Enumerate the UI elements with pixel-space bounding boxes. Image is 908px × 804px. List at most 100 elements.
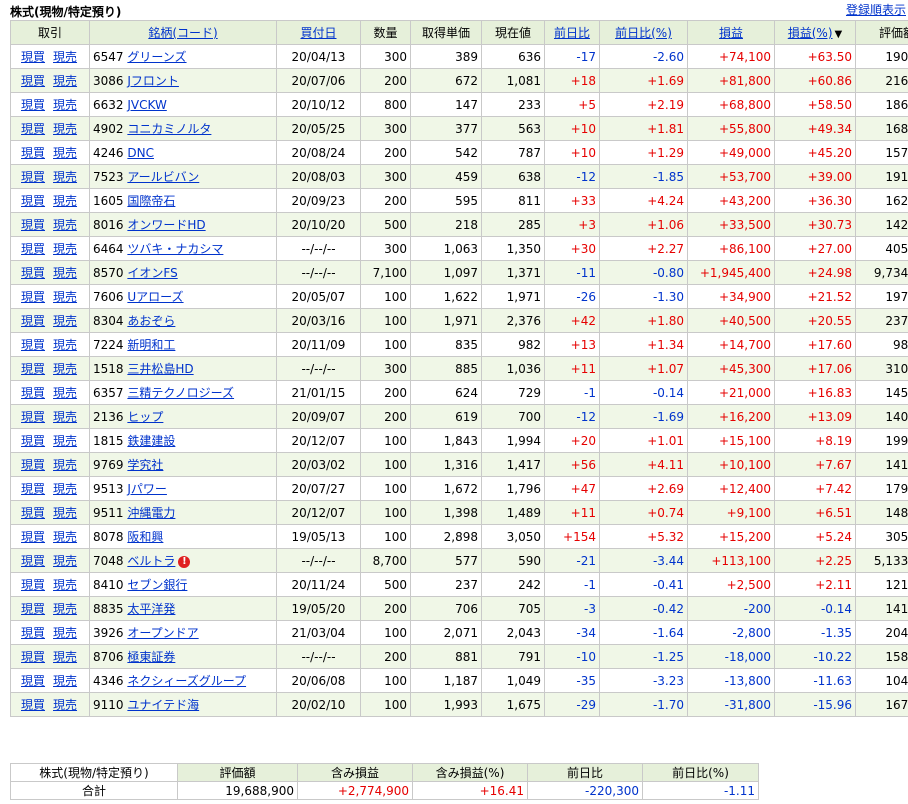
sell-link[interactable]: 現売 [53, 434, 77, 448]
stock-name-link[interactable]: グリーンズ [127, 50, 186, 64]
stock-name-link[interactable]: Jパワー [127, 482, 167, 496]
stock-name-link[interactable]: ツバキ・ナカシマ [127, 242, 223, 256]
sell-link[interactable]: 現売 [53, 170, 77, 184]
sell-link[interactable]: 現売 [53, 506, 77, 520]
buy-link[interactable]: 現買 [21, 458, 45, 472]
sell-link[interactable]: 現売 [53, 650, 77, 664]
sell-link[interactable]: 現売 [53, 602, 77, 616]
stock-name-link[interactable]: Jフロント [127, 74, 179, 88]
buy-link[interactable]: 現買 [21, 242, 45, 256]
stock-name-link[interactable]: 三井松島HD [127, 362, 193, 376]
stock-name-link[interactable]: ヒップ [127, 410, 163, 424]
sell-link[interactable]: 現売 [53, 362, 77, 376]
buy-link[interactable]: 現買 [21, 650, 45, 664]
sort-pl-pct-link[interactable]: 損益(%) [788, 26, 833, 40]
buy-link[interactable]: 現買 [21, 194, 45, 208]
buy-link[interactable]: 現買 [21, 74, 45, 88]
stock-name-link[interactable]: 太平洋発 [127, 602, 175, 616]
sell-link[interactable]: 現売 [53, 674, 77, 688]
buy-link[interactable]: 現買 [21, 626, 45, 640]
col-header-stock[interactable]: 銘柄(コード) [89, 20, 277, 45]
sell-link[interactable]: 現売 [53, 530, 77, 544]
sell-link[interactable]: 現売 [53, 266, 77, 280]
sort-chg-pct-link[interactable]: 前日比(%) [615, 26, 672, 40]
sort-stock-link[interactable]: 銘柄(コード) [148, 26, 217, 40]
buy-link[interactable]: 現買 [21, 386, 45, 400]
col-header-chg[interactable]: 前日比 [544, 20, 600, 45]
buy-link[interactable]: 現買 [21, 554, 45, 568]
sell-link[interactable]: 現売 [53, 314, 77, 328]
stock-name-link[interactable]: 国際帝石 [127, 194, 175, 208]
stock-name-link[interactable]: 阪和興 [127, 530, 163, 544]
col-header-chg-pct[interactable]: 前日比(%) [599, 20, 688, 45]
stock-name-link[interactable]: セブン銀行 [127, 578, 187, 592]
sort-pl-link[interactable]: 損益 [719, 26, 743, 40]
stock-name-link[interactable]: 三精テクノロジーズ [127, 386, 234, 400]
sell-link[interactable]: 現売 [53, 218, 77, 232]
sort-date-link[interactable]: 買付日 [300, 26, 336, 40]
buy-link[interactable]: 現買 [21, 482, 45, 496]
stock-name-link[interactable]: アールビバン [127, 170, 199, 184]
sell-link[interactable]: 現売 [53, 578, 77, 592]
buy-link[interactable]: 現買 [21, 674, 45, 688]
col-header-pl-pct[interactable]: 損益(%) ▼ [774, 20, 856, 45]
buy-link[interactable]: 現買 [21, 602, 45, 616]
buy-link[interactable]: 現買 [21, 98, 45, 112]
stock-name-link[interactable]: ネクシィーズグループ [127, 674, 246, 688]
sell-link[interactable]: 現売 [53, 122, 77, 136]
sell-link[interactable]: 現売 [53, 482, 77, 496]
buy-link[interactable]: 現買 [21, 362, 45, 376]
sell-link[interactable]: 現売 [53, 194, 77, 208]
buy-link[interactable]: 現買 [21, 698, 45, 712]
sell-link[interactable]: 現売 [53, 386, 77, 400]
stock-name-link[interactable]: ユナイテド海 [127, 698, 199, 712]
stock-name-link[interactable]: コニカミノルタ [127, 122, 211, 136]
registration-order-link[interactable]: 登録順表示 [846, 1, 906, 18]
buy-link[interactable]: 現買 [21, 338, 45, 352]
col-header-date[interactable]: 買付日 [276, 20, 361, 45]
stock-name-link[interactable]: オンワードHD [127, 218, 205, 232]
sell-link[interactable]: 現売 [53, 50, 77, 64]
buy-link[interactable]: 現買 [21, 530, 45, 544]
col-header-pl[interactable]: 損益 [687, 20, 775, 45]
sell-link[interactable]: 現売 [53, 554, 77, 568]
sell-link[interactable]: 現売 [53, 338, 77, 352]
stock-name-link[interactable]: 新明和工 [127, 338, 175, 352]
sell-link[interactable]: 現売 [53, 698, 77, 712]
sell-link[interactable]: 現売 [53, 98, 77, 112]
buy-link[interactable]: 現買 [21, 314, 45, 328]
stock-name-link[interactable]: 鉄建建設 [127, 434, 175, 448]
sell-link[interactable]: 現売 [53, 458, 77, 472]
buy-link[interactable]: 現買 [21, 506, 45, 520]
sell-link[interactable]: 現売 [53, 242, 77, 256]
sort-chg-link[interactable]: 前日比 [554, 26, 590, 40]
stock-name-link[interactable]: JVCKW [127, 98, 166, 112]
stock-name-link[interactable]: DNC [127, 146, 154, 160]
stock-name-link[interactable]: あおぞら [127, 314, 175, 328]
buy-link[interactable]: 現買 [21, 290, 45, 304]
sell-link[interactable]: 現売 [53, 626, 77, 640]
buy-link[interactable]: 現買 [21, 146, 45, 160]
stock-name-link[interactable]: 極東証券 [127, 650, 175, 664]
buy-link[interactable]: 現買 [21, 122, 45, 136]
sell-link[interactable]: 現売 [53, 146, 77, 160]
stock-name-link[interactable]: 沖縄電力 [127, 506, 175, 520]
buy-link[interactable]: 現買 [21, 266, 45, 280]
stock-name-link[interactable]: 学究社 [127, 458, 163, 472]
stock-name-link[interactable]: Uアローズ [127, 290, 183, 304]
sell-link[interactable]: 現売 [53, 290, 77, 304]
buy-link[interactable]: 現買 [21, 578, 45, 592]
buy-link[interactable]: 現買 [21, 410, 45, 424]
sell-link[interactable]: 現売 [53, 410, 77, 424]
stock-name-link[interactable]: イオンFS [127, 266, 177, 280]
current-price: 1,675 [481, 692, 545, 717]
stock-name-link[interactable]: オープンドア [127, 626, 198, 640]
alert-icon[interactable]: ! [178, 555, 191, 568]
stock-name-link[interactable]: ベルトラ [127, 554, 175, 568]
buy-link[interactable]: 現買 [21, 170, 45, 184]
trade-cell: 現買 現売 [10, 524, 90, 549]
buy-link[interactable]: 現買 [21, 434, 45, 448]
buy-link[interactable]: 現買 [21, 218, 45, 232]
buy-link[interactable]: 現買 [21, 50, 45, 64]
sell-link[interactable]: 現売 [53, 74, 77, 88]
